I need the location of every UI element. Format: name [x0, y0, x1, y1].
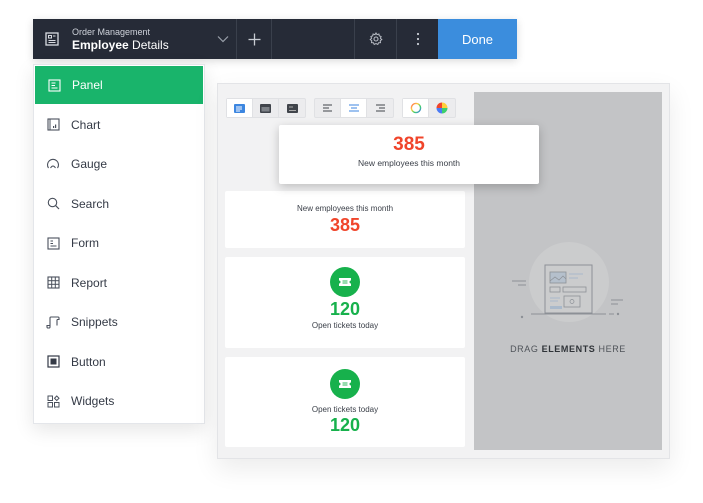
- style-dark-button[interactable]: [279, 99, 305, 117]
- settings-button[interactable]: [355, 19, 397, 59]
- color-button-group: [402, 98, 456, 118]
- top-bar: Order Management Employee Details Done: [33, 19, 517, 59]
- style-button-group: [226, 98, 306, 118]
- page-dropdown-button[interactable]: [209, 19, 237, 59]
- sidebar-item-label: Snippets: [71, 315, 118, 330]
- app-icon-container: [33, 19, 59, 59]
- elements-sidebar: Panel Chart Gauge Search Form Report Sni…: [33, 64, 205, 424]
- color-fill-icon: [436, 102, 448, 114]
- sidebar-item-chart[interactable]: Chart: [34, 105, 204, 145]
- widgets-icon: [46, 394, 60, 408]
- scroll-icon: [46, 315, 60, 329]
- style-dark-header-button[interactable]: [253, 99, 279, 117]
- sidebar-item-form[interactable]: Form: [34, 224, 204, 264]
- align-right-button[interactable]: [367, 99, 393, 117]
- table-grid-icon: [46, 276, 60, 290]
- color-fill-button[interactable]: [429, 99, 455, 117]
- kpi-value: 385: [329, 215, 361, 235]
- sidebar-item-panel[interactable]: Panel: [35, 66, 203, 104]
- sidebar-item-widgets[interactable]: Widgets: [34, 382, 204, 422]
- sidebar-item-label: Widgets: [71, 394, 115, 409]
- sidebar-item-label: Button: [71, 354, 106, 369]
- gear-icon: [368, 32, 383, 46]
- kpi-label: Open tickets today: [311, 321, 379, 330]
- sidebar-item-label: Form: [71, 236, 99, 251]
- align-right-icon: [376, 104, 385, 112]
- align-button-group: [314, 98, 394, 118]
- color-outline-button[interactable]: [403, 99, 429, 117]
- dragged-kpi-label: New employees this month: [357, 158, 461, 168]
- drop-zone-text-post: HERE: [595, 344, 626, 354]
- style-light-button[interactable]: [227, 99, 253, 117]
- align-left-button[interactable]: [315, 99, 341, 117]
- kpi-label: Open tickets today: [311, 405, 379, 414]
- panel-icon: [47, 78, 61, 92]
- sidebar-item-snippets[interactable]: Snippets: [34, 303, 204, 343]
- button-square-icon: [46, 355, 60, 369]
- drop-zone-label: DRAG ELEMENTS HERE: [474, 344, 662, 354]
- sidebar-item-report[interactable]: Report: [34, 263, 204, 303]
- drop-zone-text-bold: ELEMENTS: [541, 344, 596, 354]
- drop-zone-text-pre: DRAG: [510, 344, 542, 354]
- dragged-kpi-value: 385: [393, 134, 425, 155]
- gauge-icon: [46, 157, 60, 171]
- page-title-bold: Employee: [72, 37, 129, 52]
- sidebar-item-gauge[interactable]: Gauge: [34, 145, 204, 185]
- color-outline-icon: [410, 102, 421, 114]
- sidebar-item-label: Gauge: [71, 157, 108, 172]
- done-button[interactable]: Done: [438, 19, 517, 59]
- more-options-button[interactable]: [397, 19, 438, 59]
- plus-icon: [248, 33, 260, 45]
- ticket-icon: [330, 369, 360, 399]
- kpi-label: New employees this month: [296, 204, 394, 213]
- align-center-icon: [348, 104, 359, 112]
- kpi-card-open-tickets-alt[interactable]: Open tickets today 120: [225, 357, 465, 447]
- breadcrumb: Order Management Employee Details: [59, 19, 209, 59]
- sidebar-item-label: Search: [71, 196, 110, 211]
- form-document-icon: [45, 32, 59, 46]
- layout-placeholder-icon: [512, 264, 623, 319]
- dragged-kpi-card[interactable]: 385 New employees this month: [279, 125, 539, 184]
- form-icon: [46, 236, 60, 250]
- chevron-down-icon: [217, 36, 228, 43]
- panel-style-toolbar: [226, 98, 456, 118]
- align-left-icon: [322, 104, 332, 112]
- align-center-button[interactable]: [341, 99, 367, 117]
- vertical-dots-icon: [416, 32, 419, 46]
- add-page-button[interactable]: [237, 19, 272, 59]
- sidebar-item-label: Panel: [72, 78, 103, 92]
- style-dark-icon: [286, 103, 298, 113]
- topbar-spacer: [272, 19, 355, 59]
- app-name: Order Management: [72, 26, 151, 37]
- sidebar-item-search[interactable]: Search: [34, 184, 204, 224]
- kpi-card-open-tickets[interactable]: 120 Open tickets today: [225, 257, 465, 348]
- kpi-value: 120: [329, 299, 361, 319]
- kpi-value: 120: [329, 415, 361, 435]
- style-dark-header-icon: [260, 103, 271, 113]
- sidebar-item-label: Chart: [71, 117, 101, 132]
- search-icon: [46, 197, 60, 211]
- ticket-icon: [330, 267, 360, 297]
- sidebar-item-button[interactable]: Button: [34, 342, 204, 382]
- style-light-icon: [234, 103, 245, 113]
- sidebar-item-label: Report: [71, 275, 108, 290]
- chart-icon: [46, 118, 60, 132]
- page-title: Employee Details: [72, 38, 209, 53]
- page-title-rest: Details: [128, 37, 169, 52]
- kpi-card-new-employees[interactable]: New employees this month 385: [225, 191, 465, 248]
